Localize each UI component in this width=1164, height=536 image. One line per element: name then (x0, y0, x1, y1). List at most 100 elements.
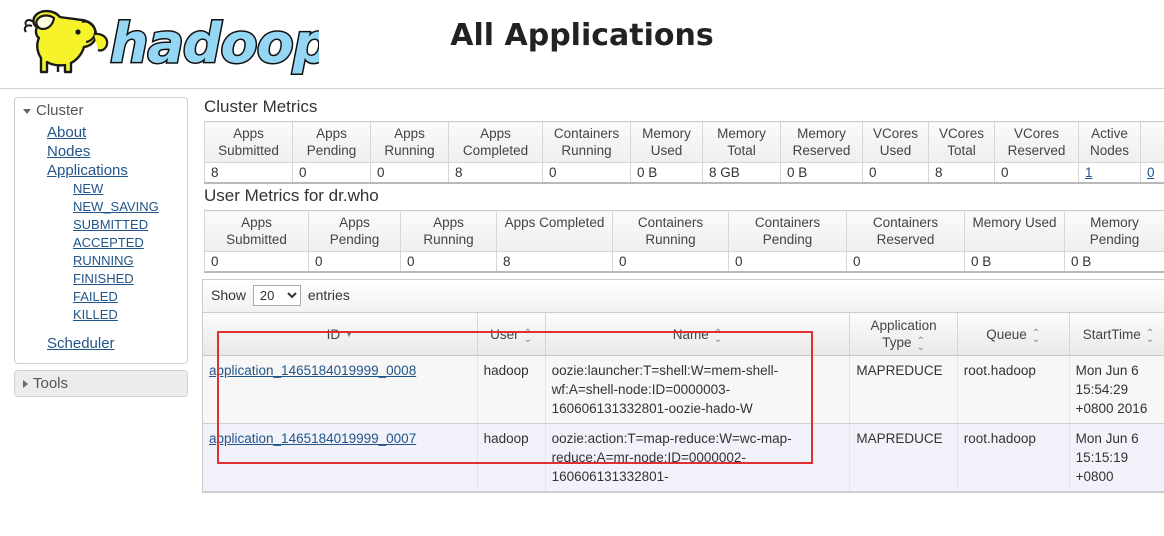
cell-queue: root.hadoop (957, 355, 1070, 424)
val-apps-submitted: 8 (204, 162, 293, 184)
sidebar-item-scheduler[interactable]: Scheduler (15, 334, 187, 353)
val-memory-used: 0 B (630, 162, 703, 184)
user-metrics-value-row: 0 0 0 8 0 0 0 0 B 0 B 0 (204, 251, 1164, 273)
sidebar-item-label[interactable]: NEW (73, 180, 103, 197)
ucol-containers-pending: Containers Pending (728, 210, 847, 252)
cluster-metrics-title: Cluster Metrics (204, 97, 318, 116)
th-name[interactable]: Name (545, 313, 851, 356)
sort-desc-icon[interactable] (345, 330, 353, 340)
uval-containers-reserved: 0 (846, 251, 965, 273)
table-row[interactable]: application_1465184019999_0007 hadoop oo… (203, 423, 1164, 492)
sort-both-icon[interactable] (917, 337, 925, 349)
sidebar-tools-header[interactable]: Tools (15, 371, 187, 396)
table-row[interactable]: application_1465184019999_0008 hadoop oo… (203, 355, 1164, 424)
decommissioned-nodes-link[interactable]: 0 (1147, 165, 1155, 180)
sidebar-item-nodes[interactable]: Nodes (15, 142, 187, 161)
th-application-type[interactable]: Application Type (849, 313, 958, 356)
col-memory-total: Memory Total (702, 121, 781, 163)
user-metrics-table: Apps Submitted Apps Pending Apps Running… (204, 210, 1164, 273)
sidebar-item-label[interactable]: SUBMITTED (73, 216, 148, 233)
col-apps-completed: Apps Completed (448, 121, 543, 163)
sidebar-item-label[interactable]: FAILED (73, 288, 118, 305)
col-decommissioned-nodes: D (1140, 121, 1164, 163)
sidebar-item-submitted[interactable]: SUBMITTED (15, 216, 187, 234)
ucol-containers-running: Containers Running (612, 210, 729, 252)
show-label: Show (211, 287, 247, 303)
val-apps-completed: 8 (448, 162, 543, 184)
uval-containers-pending: 0 (728, 251, 847, 273)
ucol-memory-used: Memory Used (964, 210, 1065, 252)
cell-name: oozie:launcher:T=shell:W=mem-shell-wf:A=… (545, 355, 851, 424)
sidebar-cluster-header[interactable]: Cluster (15, 98, 187, 123)
uval-apps-pending: 0 (308, 251, 401, 273)
ucol-apps-pending: Apps Pending (308, 210, 401, 252)
user-metrics-title: User Metrics for dr.who (204, 186, 379, 205)
sidebar-cluster-label: Cluster (36, 102, 84, 119)
entries-label: entries (307, 287, 350, 303)
sidebar-item-label[interactable]: Nodes (47, 142, 90, 161)
th-queue[interactable]: Queue (957, 313, 1070, 356)
page-length-select[interactable]: 20 40 60 80 100 (252, 285, 301, 306)
th-user[interactable]: User (477, 313, 546, 356)
sidebar-item-new[interactable]: NEW (15, 180, 187, 198)
val-vcores-used: 0 (862, 162, 929, 184)
sidebar-item-failed[interactable]: FAILED (15, 288, 187, 306)
sidebar-item-label[interactable]: About (47, 123, 86, 142)
application-id-link[interactable]: application_1465184019999_0008 (209, 363, 416, 378)
sidebar-item-finished[interactable]: FINISHED (15, 270, 187, 288)
val-memory-reserved: 0 B (780, 162, 863, 184)
sidebar-item-label[interactable]: Scheduler (47, 334, 115, 353)
col-vcores-total: VCores Total (928, 121, 995, 163)
val-vcores-total: 8 (928, 162, 995, 184)
val-apps-pending: 0 (292, 162, 371, 184)
sidebar-item-label[interactable]: KILLED (73, 306, 118, 323)
cell-id[interactable]: application_1465184019999_0008 (203, 355, 478, 424)
applications-table: ID User Name Application Type Queue (203, 313, 1164, 492)
sort-both-icon[interactable] (524, 329, 532, 341)
ucol-memory-pending: Memory Pending (1064, 210, 1164, 252)
sort-both-icon[interactable] (1032, 329, 1040, 341)
sidebar-item-accepted[interactable]: ACCEPTED (15, 234, 187, 252)
cell-starttime: Mon Jun 6 15:15:19 +0800 (1069, 423, 1164, 492)
sort-both-icon[interactable] (1146, 329, 1154, 341)
val-apps-running: 0 (370, 162, 449, 184)
sidebar-item-label[interactable]: Applications (47, 161, 128, 180)
cell-id[interactable]: application_1465184019999_0007 (203, 423, 478, 492)
sidebar-section-tools[interactable]: Tools (14, 370, 188, 397)
cluster-metrics-value-row: 8 0 0 8 0 0 B 8 GB 0 B 0 8 0 1 0 (204, 162, 1164, 184)
ucol-apps-completed: Apps Completed (496, 210, 613, 252)
sidebar-item-label[interactable]: ACCEPTED (73, 234, 144, 251)
sidebar-item-label[interactable]: RUNNING (73, 252, 134, 269)
sidebar-item-running[interactable]: RUNNING (15, 252, 187, 270)
sidebar: Cluster About Nodes Applications NEW NEW… (0, 89, 196, 403)
sidebar-item-applications[interactable]: Applications (15, 161, 187, 180)
chevron-down-icon (23, 108, 31, 114)
ucol-apps-submitted: Apps Submitted (204, 210, 309, 252)
val-decommissioned-nodes[interactable]: 0 (1140, 162, 1164, 184)
sidebar-item-killed[interactable]: KILLED (15, 306, 187, 324)
sidebar-item-new-saving[interactable]: NEW_SAVING (15, 198, 187, 216)
th-starttime[interactable]: StartTime (1069, 313, 1164, 356)
active-nodes-link[interactable]: 1 (1085, 165, 1093, 180)
th-name-label: Name (672, 326, 709, 342)
ucol-apps-running: Apps Running (400, 210, 497, 252)
applications-header-row: ID User Name Application Type Queue (203, 313, 1164, 356)
col-apps-submitted: Apps Submitted (204, 121, 293, 163)
sidebar-item-label[interactable]: NEW_SAVING (73, 198, 159, 215)
page-header: hadoop All Applications (0, 0, 1164, 89)
application-id-link[interactable]: application_1465184019999_0007 (209, 431, 416, 446)
sidebar-item-about[interactable]: About (15, 123, 187, 142)
th-id[interactable]: ID (203, 313, 478, 356)
main-content: Cluster Metrics Apps Submitted Apps Pend… (196, 89, 1164, 493)
sort-both-icon[interactable] (714, 329, 722, 341)
sidebar-item-label[interactable]: FINISHED (73, 270, 134, 287)
cluster-metrics-header-row: Apps Submitted Apps Pending Apps Running… (204, 121, 1164, 163)
applications-table-panel: Show 20 40 60 80 100 entries (202, 279, 1164, 493)
sidebar-section-cluster: Cluster About Nodes Applications NEW NEW… (14, 97, 188, 364)
uval-memory-pending: 0 B (1064, 251, 1164, 273)
col-vcores-reserved: VCores Reserved (994, 121, 1079, 163)
col-containers-running: Containers Running (542, 121, 631, 163)
val-active-nodes[interactable]: 1 (1078, 162, 1141, 184)
uval-apps-completed: 8 (496, 251, 613, 273)
th-starttime-label: StartTime (1082, 326, 1141, 342)
